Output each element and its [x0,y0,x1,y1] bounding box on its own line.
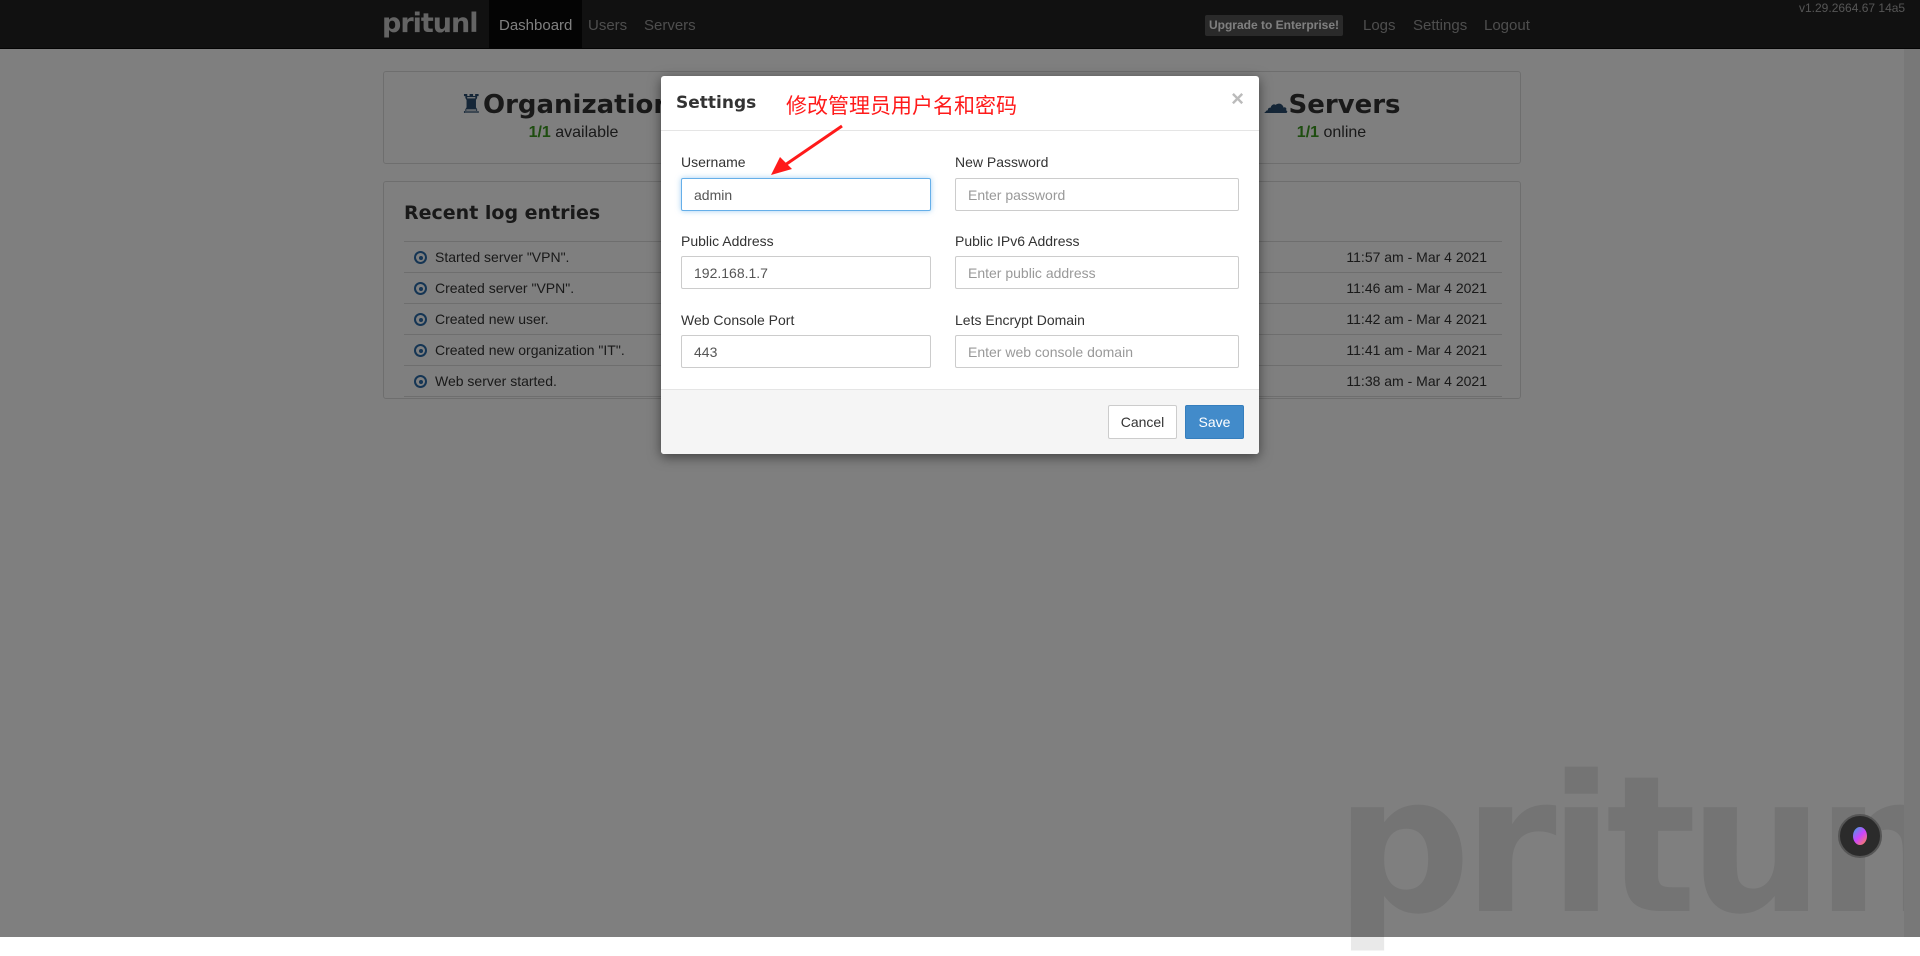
modal-title: Settings [676,93,757,113]
domain-label: Lets Encrypt Domain [955,312,1085,328]
username-label: Username [681,154,746,170]
username-input[interactable] [681,178,931,211]
public-address-label: Public Address [681,233,774,249]
domain-input[interactable] [955,335,1239,368]
public-address-input[interactable] [681,256,931,289]
cancel-button[interactable]: Cancel [1108,405,1177,439]
save-button[interactable]: Save [1185,405,1244,439]
port-input[interactable] [681,335,931,368]
modal-footer: Cancel Save [661,389,1259,454]
annotation-text: 修改管理员用户名和密码 [786,95,1017,118]
public-ipv6-input[interactable] [955,256,1239,289]
new-password-input[interactable] [955,178,1239,211]
settings-modal: Settings 修改管理员用户名和密码 × Username New Pass… [661,76,1259,454]
close-icon[interactable]: × [1231,86,1244,112]
public-ipv6-label: Public IPv6 Address [955,233,1080,249]
port-label: Web Console Port [681,312,795,328]
new-password-label: New Password [955,154,1049,170]
assistant-bubble-icon[interactable] [1838,814,1882,858]
modal-header: Settings 修改管理员用户名和密码 × [661,76,1259,131]
